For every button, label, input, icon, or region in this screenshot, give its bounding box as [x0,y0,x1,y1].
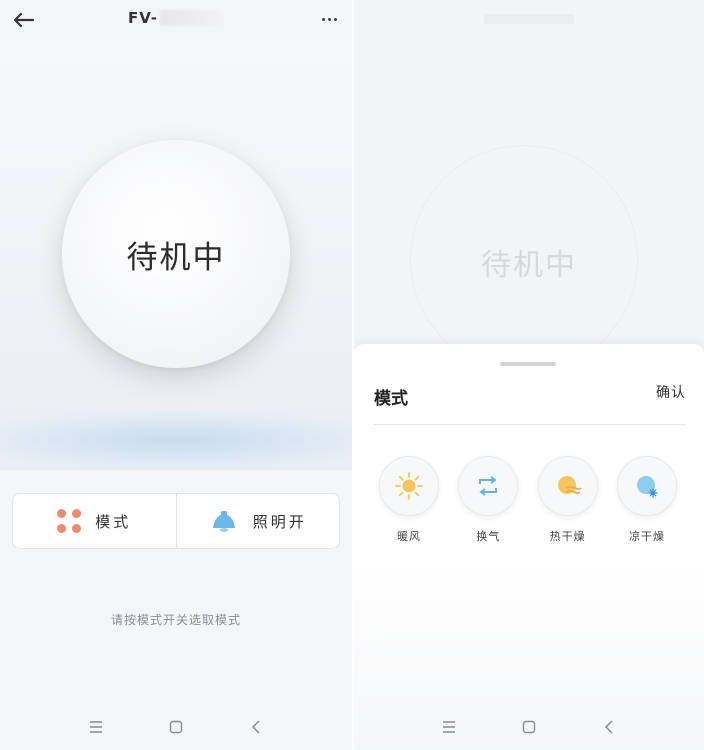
app-header: FV- [0,0,352,40]
power-status-button[interactable]: 待机中 [62,140,290,368]
light-button[interactable]: 照明开 [175,494,340,548]
mode-sheet-screen: 待机中 模式 确认 暖风 换气 热干燥 凉干燥 [354,0,704,750]
menu-icon[interactable] [87,718,105,736]
mode-label: 暖风 [397,530,421,543]
sheet-title: 模式 [374,389,408,409]
device-screen: FV- 待机中 模式 照明开 请按模式开关选取模式 [0,0,352,750]
mode-grid-icon [57,509,82,533]
system-navbar [0,704,352,750]
mode-option-ventilate[interactable]: 换气 [457,456,519,544]
home-square-icon[interactable] [520,718,538,736]
dimmed-title [484,14,574,24]
redacted-id [160,10,222,26]
mode-option-button[interactable] [537,456,598,516]
cycle-icon [479,476,498,496]
control-bar: 模式 照明开 [12,493,340,549]
mode-option-hot-dry[interactable]: 热干燥 [537,456,599,544]
mode-option-warm[interactable]: 暖风 [378,456,440,544]
more-button[interactable] [318,12,340,26]
mode-option-button[interactable] [379,456,439,516]
status-glow [0,410,352,470]
drag-handle[interactable] [500,362,556,366]
more-dot [333,17,337,21]
mode-button[interactable]: 模式 [13,494,176,548]
back-chevron-icon[interactable] [247,718,265,736]
mode-label: 凉干燥 [628,530,665,543]
status-text: 待机中 [126,239,226,276]
confirm-button[interactable]: 确认 [656,382,686,402]
menu-icon[interactable] [440,718,458,736]
device-title: FV- [128,9,222,27]
hint-text: 请按模式开关选取模式 [110,613,241,627]
mode-options: 暖风 换气 热干燥 凉干燥 [378,456,678,544]
dimmed-status-text: 待机中 [481,248,577,283]
sun-icon [395,472,423,500]
dry-hot-icon [557,476,582,494]
mode-option-button[interactable] [458,456,519,516]
bell-light-icon [212,511,235,532]
more-dot [327,17,331,21]
mode-option-cool-dry[interactable]: 凉干燥 [616,456,678,544]
light-label: 照明开 [252,512,307,531]
arrow-left-icon [14,13,34,27]
back-chevron-icon[interactable] [600,718,618,736]
dimmed-header [354,0,704,40]
sheet-divider [374,424,686,425]
mode-option-button[interactable] [616,456,677,516]
device-title-text: FV- [128,9,158,27]
back-button[interactable] [10,6,38,34]
more-dot [321,17,325,21]
home-square-icon[interactable] [167,718,185,736]
mode-bottom-sheet: 模式 确认 暖风 换气 热干燥 凉干燥 [354,344,704,750]
system-navbar [354,704,704,750]
mode-label: 热干燥 [549,530,586,543]
mode-label: 模式 [95,512,132,531]
snow-icon [636,476,658,498]
mode-label: 换气 [476,530,501,543]
